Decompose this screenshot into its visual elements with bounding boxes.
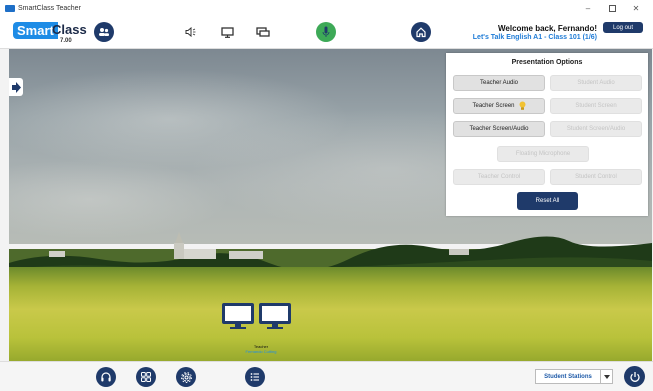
chevron-down-icon (603, 374, 610, 379)
microphone-button[interactable] (316, 22, 336, 42)
monitor-button[interactable] (219, 25, 235, 39)
settings-icon (180, 371, 192, 383)
maximize-button[interactable] (601, 0, 623, 16)
microphone-icon (322, 26, 330, 37)
welcome-message: Welcome back, Fernando! (498, 24, 597, 33)
logo-class: Class (52, 22, 87, 37)
student-control-button[interactable]: Student Control (550, 169, 642, 185)
students-button[interactable] (94, 22, 114, 42)
home-button[interactable] (411, 22, 431, 42)
teacher-name: Fernando Cutting (245, 349, 277, 354)
teacher-monitor-icon[interactable] (221, 302, 255, 329)
student-screen-audio-button[interactable]: Student Screen/Audio (550, 121, 642, 137)
headset-button[interactable] (96, 367, 116, 387)
headset-icon (101, 372, 111, 382)
expand-sidebar-button[interactable] (9, 78, 23, 96)
grid-button[interactable] (136, 367, 156, 387)
version-label: 7.00 (60, 38, 72, 44)
screens-button[interactable] (255, 25, 271, 39)
teacher-screen-audio-button[interactable]: Teacher Screen/Audio (453, 121, 545, 137)
grid-icon (141, 372, 151, 382)
floating-microphone-button[interactable]: Floating Microphone (497, 146, 589, 162)
reset-all-button[interactable]: Reset All (517, 192, 578, 210)
volume-icon (185, 27, 196, 37)
lightbulb-icon (519, 101, 526, 111)
teacher-second-monitor-icon[interactable] (258, 302, 292, 329)
teacher-screen-button[interactable]: Teacher Screen (453, 98, 545, 114)
power-icon (629, 371, 640, 382)
background-field (9, 267, 652, 361)
arrow-right-icon (11, 81, 21, 93)
bottom-toolbar: Student Stations (0, 361, 653, 391)
list-icon (250, 373, 259, 381)
power-button[interactable] (624, 366, 645, 387)
stations-dropdown-arrow[interactable] (601, 369, 613, 384)
presentation-options-panel: Presentation Options Teacher Audio Stude… (446, 53, 648, 216)
list-button[interactable] (245, 367, 265, 387)
volume-button[interactable] (183, 25, 199, 39)
student-audio-button[interactable]: Student Audio (550, 75, 642, 91)
teacher-screen-label: Teacher Screen (472, 103, 515, 109)
teacher-audio-button[interactable]: Teacher Audio (453, 75, 545, 91)
course-title: Let's Talk English A1 - Class 101 (1/6) (472, 34, 597, 41)
student-screen-button[interactable]: Student Screen (550, 98, 642, 114)
close-button[interactable]: ✕ (625, 0, 647, 16)
logout-button[interactable]: Log out (603, 22, 643, 33)
panel-title: Presentation Options (511, 59, 583, 66)
window-title: SmartClass Teacher (18, 4, 81, 12)
app-icon (5, 4, 15, 12)
minimize-button[interactable]: – (577, 0, 599, 16)
student-stations-dropdown[interactable]: Student Stations (535, 369, 601, 384)
home-icon (416, 27, 426, 38)
teacher-control-button[interactable]: Teacher Control (453, 169, 545, 185)
monitor-icon (220, 26, 234, 38)
window-titlebar: SmartClass Teacher (0, 0, 653, 16)
header-toolbar: Smart Class 7.00 Welcome back, Fernando!… (0, 16, 653, 49)
screens-icon (256, 26, 270, 37)
students-icon (99, 28, 109, 36)
settings-button[interactable] (176, 367, 196, 387)
